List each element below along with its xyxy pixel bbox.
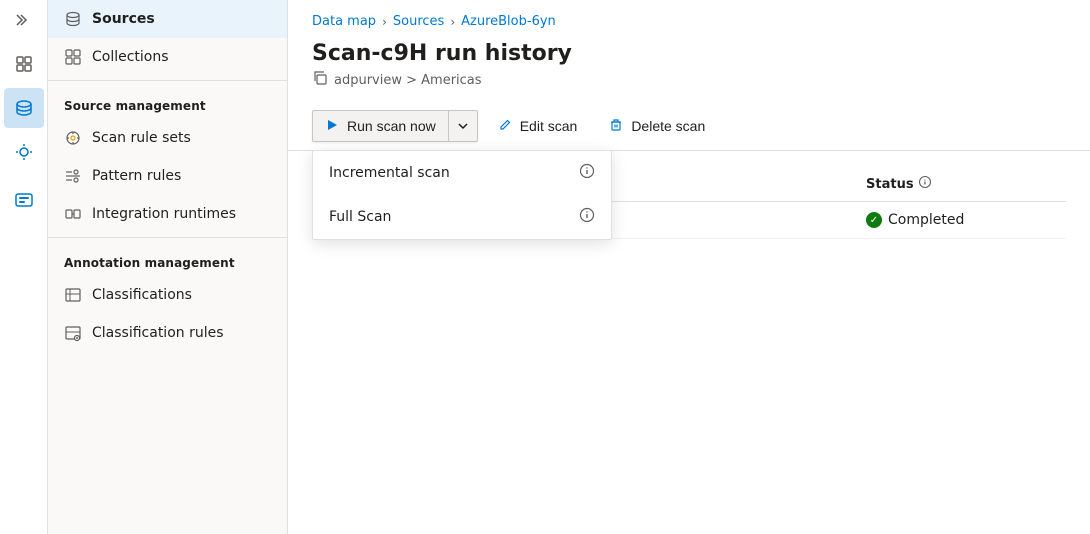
management-rail-icon[interactable] (4, 176, 44, 216)
edit-icon (498, 118, 512, 135)
sources-sidebar-icon (64, 10, 82, 28)
collapse-expand-button[interactable] (4, 8, 44, 32)
incremental-scan-info-icon (579, 163, 595, 183)
page-title: Scan-c9H run history (312, 41, 1066, 66)
scan-rule-sets-label: Scan rule sets (92, 130, 191, 146)
integration-runtimes-label: Integration runtimes (92, 206, 236, 222)
edit-scan-label: Edit scan (520, 118, 578, 134)
delete-scan-button[interactable]: Delete scan (597, 110, 717, 142)
delete-scan-label: Delete scan (631, 118, 705, 134)
sidebar-sources-label: Sources (92, 11, 155, 27)
classifications-label: Classifications (92, 287, 192, 303)
pattern-rules-label: Pattern rules (92, 168, 181, 184)
sidebar-item-pattern-rules[interactable]: Pattern rules (48, 157, 287, 195)
sidebar-item-classification-rules[interactable]: Classification rules (48, 314, 287, 352)
run-scan-main[interactable]: Run scan now (313, 111, 449, 141)
classification-rules-label: Classification rules (92, 325, 224, 341)
classification-rules-icon (64, 324, 82, 342)
main-content: Data map › Sources › AzureBlob-6yn Scan-… (288, 0, 1090, 534)
source-management-section: Source management (48, 85, 287, 119)
run-scan-label: Run scan now (347, 118, 436, 134)
completed-icon (866, 212, 882, 228)
full-scan-option[interactable]: Full Scan (313, 195, 611, 239)
col-header-status: Status (866, 175, 1066, 193)
completed-label: Completed (888, 212, 964, 228)
home-icon[interactable] (4, 44, 44, 84)
breadcrumb: Data map › Sources › AzureBlob-6yn (288, 0, 1090, 37)
sidebar-divider-1 (48, 80, 287, 81)
incremental-scan-label: Incremental scan (329, 165, 450, 181)
dropdown-menu: Incremental scan Full Scan (312, 150, 612, 240)
toolbar: Run scan now Edit scan (288, 102, 1090, 151)
sidebar-divider-2 (48, 237, 287, 238)
breadcrumb-data-map[interactable]: Data map (312, 14, 376, 29)
run-scan-dropdown-arrow[interactable] (449, 111, 477, 141)
breadcrumb-sep-2: › (450, 15, 455, 29)
pattern-rules-icon (64, 167, 82, 185)
sources-rail-icon[interactable] (4, 88, 44, 128)
sidebar-collections-label: Collections (92, 49, 169, 65)
breadcrumb-sources[interactable]: Sources (393, 14, 444, 29)
edit-scan-button[interactable]: Edit scan (486, 110, 590, 142)
full-scan-label: Full Scan (329, 209, 391, 225)
integration-runtimes-icon (64, 205, 82, 223)
annotation-management-section: Annotation management (48, 242, 287, 276)
icon-rail (0, 0, 48, 534)
sidebar-item-sources[interactable]: Sources (48, 0, 287, 38)
page-header: Scan-c9H run history adpurview > America… (288, 37, 1090, 102)
status-info-icon (918, 175, 932, 193)
sidebar-item-integration-runtimes[interactable]: Integration runtimes (48, 195, 287, 233)
collections-sidebar-icon (64, 48, 82, 66)
subtitle-text: adpurview > Americas (334, 73, 482, 88)
breadcrumb-azure-blob[interactable]: AzureBlob-6yn (461, 14, 556, 29)
play-icon (325, 118, 339, 135)
sidebar-item-collections[interactable]: Collections (48, 38, 287, 76)
full-scan-info-icon (579, 207, 595, 227)
sidebar-item-scan-rule-sets[interactable]: Scan rule sets (48, 119, 287, 157)
page-subtitle: adpurview > Americas (312, 70, 1066, 90)
sidebar-item-classifications[interactable]: Classifications (48, 276, 287, 314)
rail-icons (0, 44, 47, 216)
incremental-scan-option[interactable]: Incremental scan (313, 151, 611, 195)
sidebar: Sources Collections Source management (48, 0, 288, 534)
insights-rail-icon[interactable] (4, 132, 44, 172)
scan-status: Completed (866, 212, 1066, 228)
breadcrumb-sep-1: › (382, 15, 387, 29)
run-scan-button[interactable]: Run scan now (312, 110, 478, 142)
delete-icon (609, 118, 623, 135)
scan-rule-sets-icon (64, 129, 82, 147)
copy-icon (312, 70, 328, 90)
classifications-icon (64, 286, 82, 304)
status-column-label: Status (866, 177, 914, 192)
status-badge-completed: Completed (866, 212, 964, 228)
